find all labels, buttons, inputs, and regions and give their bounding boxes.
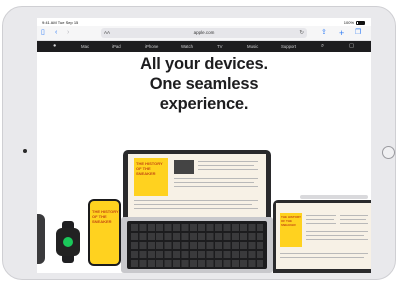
- apple-logo-icon[interactable]: ●: [53, 41, 56, 52]
- hero-line-2: One seamless: [149, 75, 259, 93]
- macbook-keyboard: [127, 221, 267, 269]
- bag-icon[interactable]: ▢: [349, 41, 354, 52]
- hero-headline: All your devices. One seamless experienc…: [37, 54, 371, 114]
- back-icon[interactable]: ‹: [55, 27, 57, 39]
- address-bar[interactable]: AA apple.com ↻: [101, 28, 307, 38]
- new-tab-icon[interactable]: +: [339, 27, 344, 39]
- global-nav: ● Mac iPad iPhone Watch TV Music Support…: [37, 41, 371, 52]
- iphone-article-headline: THE HISTORY OF THE SNEAKER: [92, 209, 119, 224]
- iphone-screen: THE HISTORY OF THE SNEAKER: [90, 201, 119, 264]
- nav-item-watch[interactable]: Watch: [181, 41, 193, 52]
- ipad-article-headline: THE HISTORY OF THE SNEAKER: [280, 213, 302, 247]
- ipad-device-art: THE HISTORY OF THE SNEAKER: [273, 200, 371, 273]
- nav-item-mac[interactable]: Mac: [81, 41, 89, 52]
- battery-icon: [356, 20, 365, 25]
- forward-icon[interactable]: ›: [67, 27, 69, 39]
- battery-percent: 100%: [343, 20, 354, 25]
- status-right: 100%: [344, 20, 365, 25]
- hero-line-1: All your devices.: [140, 55, 268, 73]
- home-button[interactable]: [382, 146, 395, 159]
- macbook-lid: THE HISTORY OF THE SNEAKER: [123, 150, 271, 222]
- share-icon[interactable]: ⇪: [321, 27, 327, 39]
- watch-activity-icon: [63, 237, 73, 247]
- search-icon[interactable]: ⌕: [321, 41, 324, 52]
- status-bar: 9:41 AM Tue Sep 15 100%: [37, 18, 371, 26]
- hero-line-3: experience.: [159, 95, 249, 113]
- nav-item-tv[interactable]: TV: [217, 41, 223, 52]
- url-text: apple.com: [193, 30, 215, 35]
- partial-device-left: [37, 214, 45, 264]
- macbook-screen: THE HISTORY OF THE SNEAKER: [128, 154, 266, 218]
- tabs-icon[interactable]: ❐: [355, 27, 361, 39]
- macbook-keyboard-deck: [121, 217, 273, 273]
- status-time-date: 9:41 AM Tue Sep 15: [42, 20, 79, 25]
- nav-item-iphone[interactable]: iPhone: [145, 41, 158, 52]
- iphone: THE HISTORY OF THE SNEAKER: [88, 199, 121, 266]
- device-shadow: [300, 195, 368, 199]
- nav-item-support[interactable]: Support: [281, 41, 296, 52]
- nav-item-ipad[interactable]: iPad: [112, 41, 121, 52]
- sidebar-icon[interactable]: ▯: [41, 27, 45, 39]
- front-camera: [23, 149, 27, 153]
- ipad-screen: 9:41 AM Tue Sep 15 100% ▯ ‹ › AA apple.c…: [37, 18, 371, 273]
- apple-watch: [56, 228, 80, 256]
- safari-toolbar: ▯ ‹ › AA apple.com ↻ ⇪ + ❐: [37, 26, 371, 41]
- nav-item-music[interactable]: Music: [247, 41, 258, 52]
- macbook-article-headline: THE HISTORY OF THE SNEAKER: [134, 158, 168, 196]
- macbook-article-photo: [174, 160, 194, 174]
- reload-icon[interactable]: ↻: [299, 28, 304, 38]
- ipad-art-screen: THE HISTORY OF THE SNEAKER: [276, 203, 371, 269]
